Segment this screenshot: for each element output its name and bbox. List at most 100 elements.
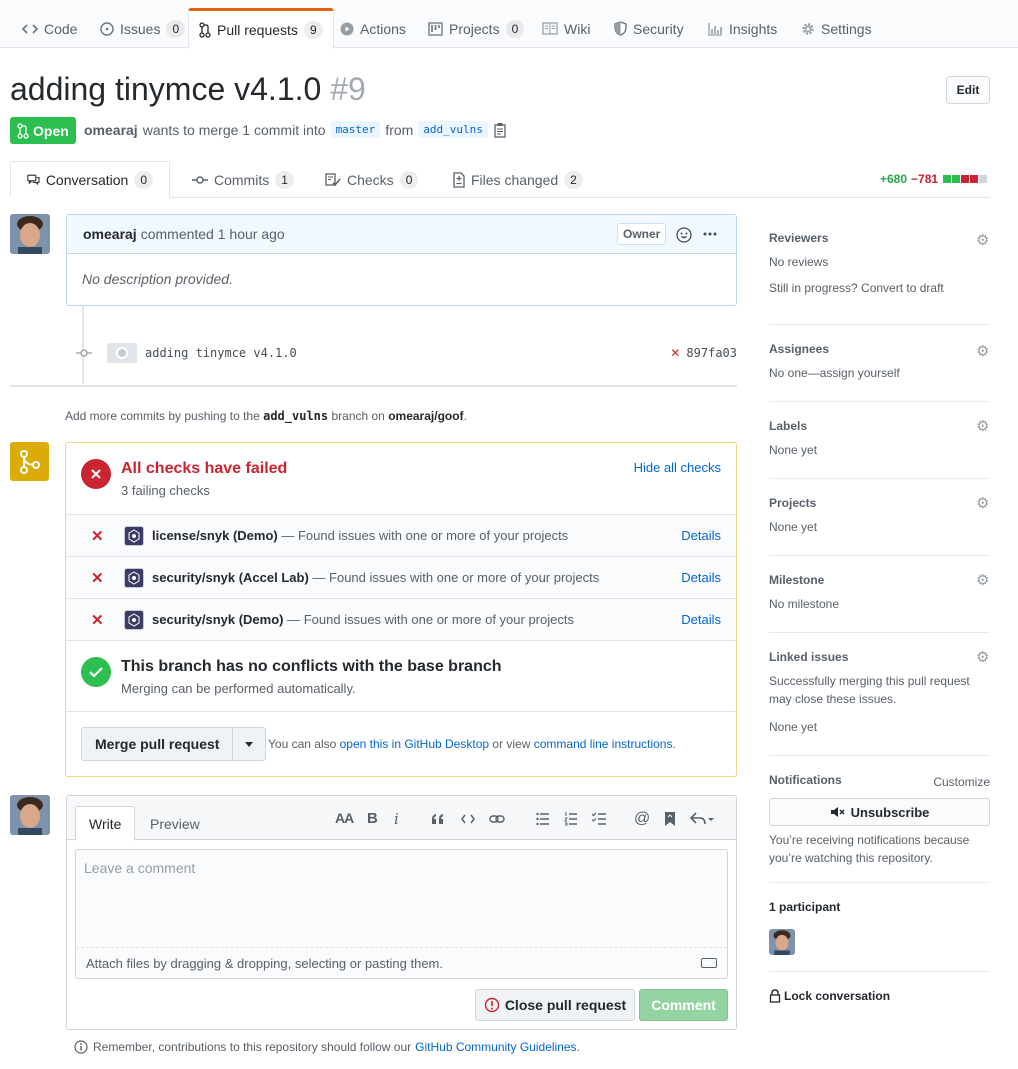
avatar[interactable]	[10, 214, 50, 254]
repo-tab-insights[interactable]: Insights	[698, 8, 787, 49]
x-circle-icon	[81, 459, 111, 489]
commit-sha[interactable]: 897fa03	[686, 346, 737, 360]
x-icon[interactable]: ✕	[670, 346, 680, 360]
x-icon: ✕	[91, 611, 104, 629]
markdown-icon[interactable]	[701, 958, 717, 968]
tab-files-changed[interactable]: Files changed 2	[437, 161, 599, 198]
attach-files-bar[interactable]: Attach files by dragging & dropping, sel…	[76, 947, 727, 978]
edit-button[interactable]: Edit	[946, 76, 990, 104]
sidebar-divider	[769, 632, 990, 633]
merge-pull-request-button[interactable]: Merge pull request	[81, 727, 234, 761]
check-desc: — Found issues with one or more of your …	[283, 612, 574, 627]
projects-value: None yet	[769, 520, 818, 534]
base-branch[interactable]: master	[330, 121, 381, 138]
projects-heading[interactable]: Projects	[769, 496, 990, 510]
merge-method-dropdown[interactable]	[233, 727, 267, 761]
link-icon[interactable]	[489, 813, 505, 825]
status-badge: Open	[10, 117, 76, 144]
italic-icon[interactable]: i	[394, 810, 399, 828]
tab-write[interactable]: Write	[75, 806, 136, 841]
linked-issues-value: None yet	[769, 720, 818, 734]
sidebar-divider	[769, 555, 990, 556]
gear-icon[interactable]: ⚙	[976, 417, 989, 435]
author-link[interactable]: omearaj	[84, 122, 138, 138]
linked-issues-heading[interactable]: Linked issues	[769, 650, 990, 664]
head-branch[interactable]: add_vulns	[418, 121, 488, 138]
comment-discussion-icon	[27, 174, 40, 185]
tab-counter: 0	[134, 170, 153, 189]
tab-checks[interactable]: Checks 0	[309, 161, 434, 198]
repo-tab-projects[interactable]: Projects 0	[418, 8, 534, 49]
play-icon	[340, 22, 354, 35]
assignees-value[interactable]: No one—assign yourself	[769, 364, 990, 382]
smiley-icon[interactable]	[676, 227, 692, 243]
details-link[interactable]: Details	[681, 528, 721, 543]
gear-icon[interactable]: ⚙	[976, 342, 989, 360]
milestone-heading[interactable]: Milestone	[769, 573, 990, 587]
community-guidelines-link[interactable]: GitHub Community Guidelines	[415, 1040, 576, 1054]
comment-author[interactable]: omearaj	[83, 226, 137, 242]
convert-to-draft-text[interactable]: Still in progress? Convert to draft	[769, 279, 990, 297]
checks-subtitle: 3 failing checks	[121, 483, 210, 498]
tab-commits[interactable]: Commits 1	[176, 161, 310, 198]
github-desktop-link[interactable]: open this in GitHub Desktop	[340, 737, 489, 751]
lock-conversation[interactable]: Lock conversation	[769, 989, 990, 1003]
repo-tab-issues[interactable]: Issues 0	[90, 8, 195, 49]
sidebar-divider	[769, 882, 990, 883]
bold-icon[interactable]: B	[367, 810, 378, 827]
kebab-horizontal-icon[interactable]	[703, 232, 717, 236]
unsubscribe-button[interactable]: Unsubscribe	[769, 798, 990, 826]
meta-text: wants to merge 1 commit into	[142, 121, 326, 138]
gear-icon[interactable]: ⚙	[976, 231, 989, 249]
project-icon	[428, 21, 443, 36]
participant-avatar[interactable]	[769, 929, 795, 955]
info-icon	[74, 1040, 88, 1054]
bookmark-icon[interactable]	[664, 811, 676, 827]
details-link[interactable]: Details	[681, 570, 721, 585]
reviewers-heading[interactable]: Reviewers	[769, 231, 990, 245]
gear-icon[interactable]: ⚙	[976, 571, 989, 589]
details-link[interactable]: Details	[681, 612, 721, 627]
clipboard-icon[interactable]	[493, 122, 507, 138]
from-text: from	[385, 121, 414, 138]
pr-meta: omearaj wants to merge 1 commit into mas…	[84, 121, 507, 138]
list-unordered-icon[interactable]	[536, 812, 550, 826]
repo-tab-label: Wiki	[564, 20, 591, 37]
attach-files-text: Attach files by dragging & dropping, sel…	[86, 955, 443, 971]
check-name: security/snyk (Accel Lab)	[152, 570, 309, 585]
reply-icon[interactable]	[690, 812, 714, 826]
customize-link[interactable]: Customize	[933, 773, 990, 791]
comment-button[interactable]: Comment	[639, 989, 728, 1021]
command-line-link[interactable]: command line instructions	[534, 737, 673, 751]
sidebar-divider	[769, 971, 990, 972]
comment-input[interactable]	[76, 850, 727, 948]
gear-icon[interactable]: ⚙	[976, 494, 989, 512]
repo-tab-actions[interactable]: Actions	[330, 8, 416, 49]
repo-tab-settings[interactable]: Settings	[791, 8, 882, 49]
sidebar-projects: Projects None yet	[769, 496, 990, 536]
tab-preview[interactable]: Preview	[137, 806, 213, 841]
code-icon[interactable]	[461, 813, 475, 825]
list-ordered-icon[interactable]	[564, 812, 578, 826]
commit-author-avatar-icon[interactable]	[107, 343, 137, 363]
assignees-heading[interactable]: Assignees	[769, 342, 990, 356]
hide-checks-link[interactable]: Hide all checks	[634, 460, 721, 475]
tasklist-icon[interactable]	[591, 812, 607, 826]
repo-nav: Code Issues 0 Pull requests 9 Actions Pr…	[0, 0, 1018, 49]
sidebar-labels: Labels None yet	[769, 419, 990, 459]
gear-icon[interactable]: ⚙	[976, 648, 989, 666]
tab-conversation[interactable]: Conversation 0	[10, 161, 170, 198]
checklist-icon	[325, 172, 341, 186]
labels-heading[interactable]: Labels	[769, 419, 990, 433]
repo-tab-pull-requests[interactable]: Pull requests 9	[188, 8, 334, 49]
repo-tab-security[interactable]: Security	[604, 8, 694, 49]
sidebar-divider	[769, 324, 990, 325]
avatar[interactable]	[10, 795, 50, 835]
quote-icon[interactable]	[431, 813, 445, 825]
header-text-icon[interactable]: AA	[335, 810, 354, 826]
close-pull-request-button[interactable]: Close pull request	[475, 989, 635, 1021]
commit-message[interactable]: adding tinymce v4.1.0	[145, 346, 297, 360]
mention-icon[interactable]: @	[634, 810, 650, 828]
repo-tab-wiki[interactable]: Wiki	[532, 8, 600, 49]
repo-tab-code[interactable]: Code	[12, 8, 87, 49]
